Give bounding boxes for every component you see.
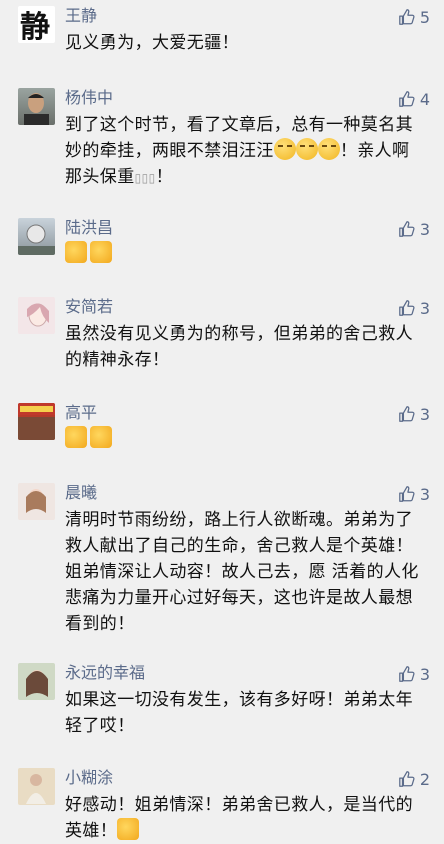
avatar[interactable] [18, 88, 55, 125]
avatar[interactable] [18, 768, 55, 805]
comment-text: 到了这个时节，看了文章后，总有一种莫名其妙的牵挂，两眼不禁泪汪汪 ！亲人啊那头保重… [65, 112, 422, 191]
unknown-glyph: ▯▯▯ [134, 171, 156, 185]
comment-text: 如果这一切没有发生，该有多好呀！弟弟太年轻了哎！ [65, 690, 413, 736]
thumbs-up-icon [398, 300, 415, 316]
like-button[interactable]: 3 [398, 663, 430, 685]
crying-face-emoji [317, 138, 340, 160]
avatar[interactable] [18, 218, 55, 255]
comment-text: 清明时节雨纷纷，路上行人欲断魂。弟弟为了救人献出了自己的生命，舍己救人是个英雄！… [65, 510, 419, 634]
like-button[interactable]: 4 [398, 88, 430, 110]
like-button[interactable]: 3 [398, 403, 430, 425]
like-count: 3 [419, 298, 430, 318]
comment-author[interactable]: 安简若 [65, 297, 113, 317]
like-button[interactable]: 5 [398, 6, 430, 28]
thumbs-up-icon [398, 91, 415, 107]
comment-emoji-row [65, 426, 112, 448]
avatar[interactable]: 静 [18, 6, 55, 43]
comment-author[interactable]: 晨曦 [65, 483, 97, 503]
comment-list: 静 王静 5 见义勇为，大爱无疆！ 杨伟中 4 到了这个时节，看了文章后，总有一… [0, 0, 444, 843]
thumbs-up-emoji [65, 241, 87, 263]
comment-emoji-row [65, 241, 112, 263]
exclamation: ！ [155, 167, 174, 187]
comment-author[interactable]: 陆洪昌 [65, 218, 113, 238]
crying-face-emoji [273, 138, 296, 160]
thumbs-up-icon [398, 666, 415, 682]
thumbs-up-emoji [117, 818, 140, 840]
like-button[interactable]: 3 [398, 297, 430, 319]
thumbs-up-icon [398, 771, 415, 787]
like-count: 3 [419, 484, 430, 504]
comment-text: 好感动！姐弟情深！弟弟舍已救人，是当代的英雄！ [65, 792, 422, 844]
comment-author[interactable]: 永远的幸福 [65, 663, 145, 683]
svg-text:静: 静 [20, 10, 50, 43]
like-button[interactable]: 3 [398, 218, 430, 240]
comment-author[interactable]: 杨伟中 [65, 88, 113, 108]
thumbs-up-emoji [90, 241, 112, 263]
like-count: 5 [419, 7, 430, 27]
thumbs-up-icon [398, 406, 415, 422]
comment-text: 虽然没有见义勇为的称号，但弟弟的舍己救人的精神永存！ [65, 324, 413, 370]
like-button[interactable]: 2 [398, 768, 430, 790]
avatar[interactable] [18, 403, 55, 440]
thumbs-up-emoji [65, 426, 87, 448]
thumbs-up-emoji [90, 426, 112, 448]
avatar[interactable] [18, 297, 55, 334]
avatar[interactable] [18, 483, 55, 520]
comment-author[interactable]: 小糊涂 [65, 768, 113, 788]
like-count: 2 [419, 769, 430, 789]
comment-author[interactable]: 高平 [65, 403, 97, 423]
comment-author[interactable]: 王静 [65, 6, 97, 26]
crying-face-emoji [295, 138, 318, 160]
thumbs-up-icon [398, 9, 415, 25]
like-count: 3 [419, 664, 430, 684]
like-count: 3 [419, 219, 430, 239]
thumbs-up-icon [398, 486, 415, 502]
comment-text: 见义勇为，大爱无疆！ [65, 33, 239, 53]
avatar[interactable] [18, 663, 55, 700]
like-count: 4 [419, 89, 430, 109]
thumbs-up-icon [398, 221, 415, 237]
like-count: 3 [419, 404, 430, 424]
like-button[interactable]: 3 [398, 483, 430, 505]
